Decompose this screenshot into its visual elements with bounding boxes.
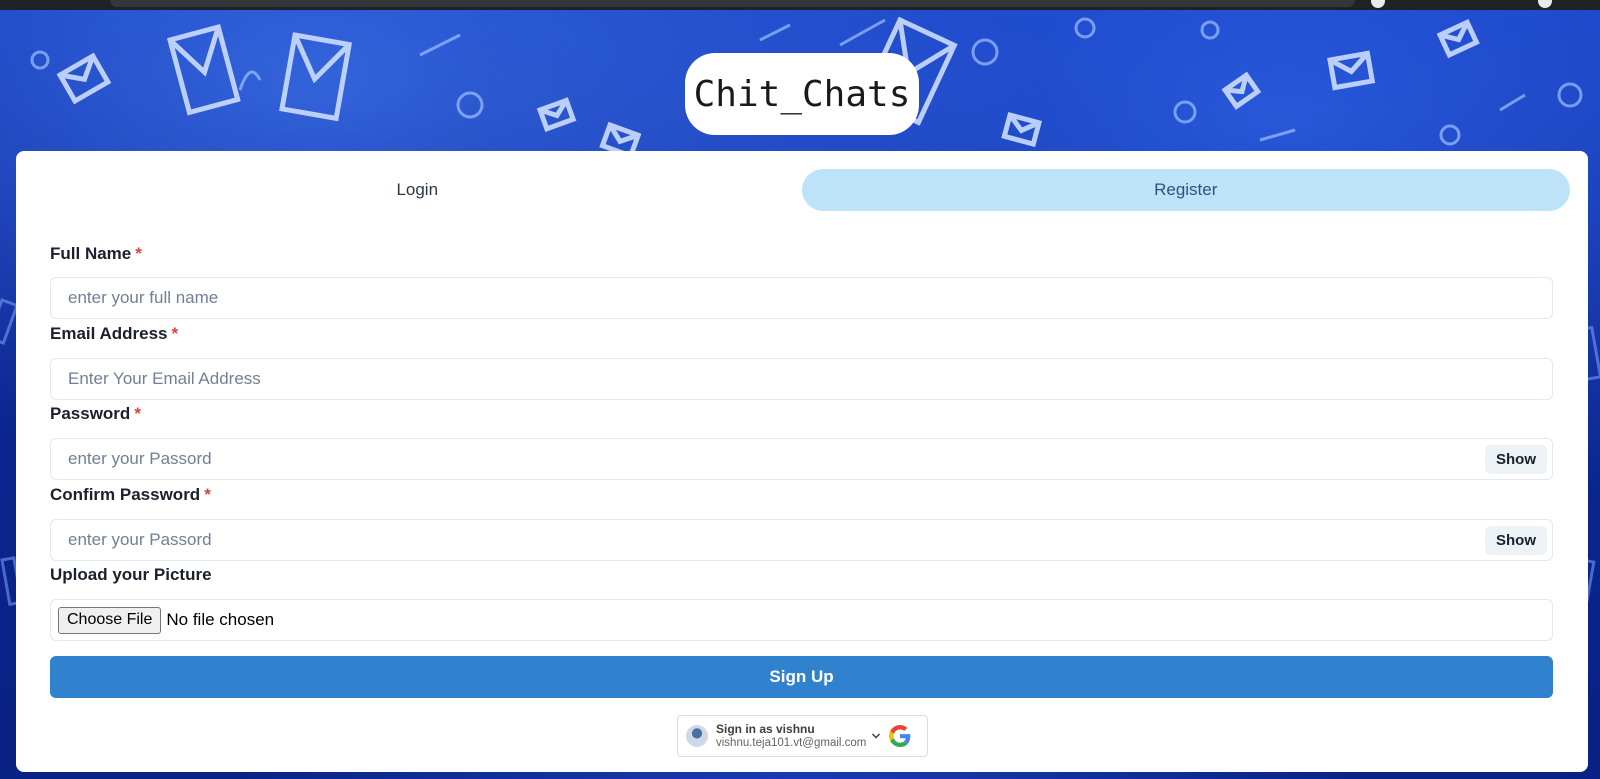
email-input[interactable]	[51, 359, 1552, 399]
google-account-name: Sign in as vishnu	[716, 722, 815, 736]
profile-icon[interactable]	[1371, 0, 1385, 8]
google-account-info: Sign in as vishnu vishnu.teja101.vt@gmai…	[716, 722, 866, 750]
auth-card: Login Register Full Name* Email Address*…	[16, 151, 1588, 772]
password-label-text: Password	[50, 404, 131, 423]
full-name-input[interactable]	[51, 278, 1552, 318]
confirm-password-input[interactable]	[51, 520, 1552, 560]
password-field: Show	[50, 438, 1553, 480]
confirm-password-label-text: Confirm Password	[50, 485, 201, 504]
file-status: No file chosen	[166, 610, 275, 629]
required-mark: *	[134, 404, 141, 423]
google-sign-in-chip[interactable]: Sign in as vishnu vishnu.teja101.vt@gmai…	[677, 715, 928, 757]
google-account-email: vishnu.teja101.vt@gmail.com	[716, 737, 867, 749]
confirm-password-label: Confirm Password *	[50, 485, 211, 505]
upload-picture-label: Upload your Picture	[50, 565, 212, 584]
avatar	[686, 725, 708, 747]
required-mark: *	[135, 244, 142, 263]
show-confirm-password-button[interactable]: Show	[1485, 526, 1547, 555]
browser-toolbar	[0, 0, 1600, 10]
tab-login[interactable]: Login	[33, 169, 802, 211]
tab-register[interactable]: Register	[801, 169, 1570, 211]
password-label: Password *	[50, 404, 141, 424]
choose-file-button[interactable]: Choose File	[58, 606, 162, 634]
address-bar[interactable]	[110, 0, 1355, 7]
picture-upload-field: Choose File No file chosen	[50, 599, 1553, 641]
email-label-text: Email Address	[50, 324, 168, 343]
auth-tabs: Login Register	[33, 169, 1570, 211]
required-mark: *	[171, 324, 179, 343]
chevron-down-icon[interactable]	[871, 731, 881, 741]
full-name-label-text: Full Name	[50, 244, 132, 263]
full-name-field	[50, 277, 1553, 319]
full-name-label: Full Name *	[50, 244, 142, 264]
google-logo-icon	[889, 725, 911, 747]
sign-up-button[interactable]: Sign Up	[50, 656, 1553, 698]
show-password-button[interactable]: Show	[1485, 445, 1547, 474]
confirm-password-field: Show	[50, 519, 1553, 561]
app-title: Chit_Chats	[685, 53, 919, 135]
password-input[interactable]	[51, 439, 1552, 479]
required-mark: *	[204, 485, 211, 504]
email-label: Email Address *	[50, 324, 178, 344]
email-field	[50, 358, 1553, 400]
menu-icon[interactable]	[1538, 0, 1552, 8]
